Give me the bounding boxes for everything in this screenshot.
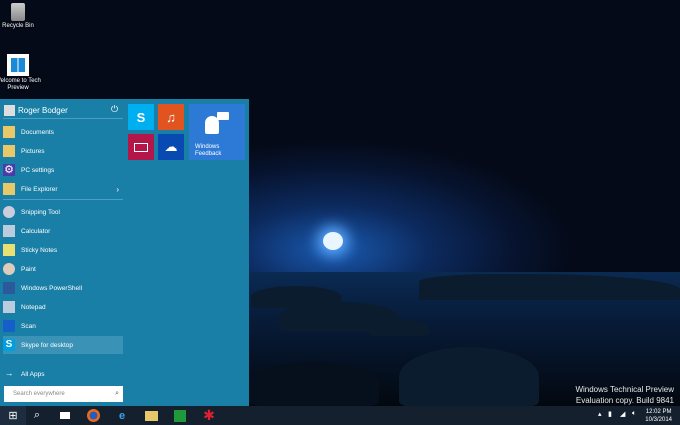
taskbar-internet-explorer[interactable]: e [109, 406, 135, 425]
desktop-icon-recycle-bin[interactable]: Recycle Bin [0, 3, 43, 30]
app-sticky-notes[interactable]: Sticky Notes [3, 241, 123, 259]
paint-icon [3, 263, 15, 275]
internet-explorer-icon: e [118, 409, 126, 422]
place-pictures[interactable]: Pictures [3, 142, 123, 160]
search-icon: ⌕ [115, 390, 119, 397]
folder-icon [3, 183, 15, 195]
app-calculator[interactable]: Calculator [3, 222, 123, 240]
taskbar-file-explorer[interactable] [138, 406, 164, 425]
taskbar-firefox[interactable] [80, 406, 106, 425]
divider [3, 118, 123, 119]
all-apps-button[interactable]: → All Apps [3, 365, 123, 383]
start-menu: Roger Bodger ⏻ Documents Pictures ⚙ PC se… [0, 99, 249, 406]
tile-music[interactable]: ♫ [158, 104, 184, 130]
show-hidden-icons[interactable]: ▴ [598, 410, 602, 418]
watermark-line2: Evaluation copy. Build 9841 [575, 396, 674, 405]
place-documents[interactable]: Documents [3, 123, 123, 141]
arrow-right-icon: → [4, 368, 14, 378]
skype-icon: S [3, 339, 15, 351]
taskbar-app[interactable]: ✱ [196, 406, 222, 425]
moon [323, 232, 343, 250]
tile-skype[interactable]: S [128, 104, 154, 130]
store-icon [174, 409, 186, 422]
taskbar-store[interactable] [167, 406, 193, 425]
gear-icon: ⚙ [3, 164, 15, 176]
power-icon[interactable]: ⏻ [111, 104, 118, 115]
clock[interactable]: 12:02 PM 10/3/2014 [645, 408, 672, 424]
video-icon [134, 142, 148, 152]
watermark-line1: Windows Technical Preview [575, 385, 674, 394]
sticky-notes-icon [3, 244, 15, 256]
tile-onedrive[interactable]: ☁ [158, 134, 184, 160]
firefox-icon [86, 409, 100, 422]
search-icon: ⌕ [33, 409, 41, 421]
speech-bubble-icon [217, 112, 229, 120]
task-view-icon [60, 412, 70, 419]
calculator-icon [3, 225, 15, 237]
recycle-bin-icon [11, 3, 25, 21]
volume-icon[interactable]: 🔈︎ [632, 410, 636, 418]
divider [3, 199, 123, 200]
app-paint[interactable]: Paint [3, 260, 123, 278]
network-icon[interactable]: ◢ [620, 410, 625, 418]
place-file-explorer[interactable]: File Explorer › [3, 180, 123, 198]
snipping-tool-icon [3, 206, 15, 218]
tile-windows-feedback[interactable]: Windows Feedback [189, 104, 245, 160]
folder-icon [3, 145, 15, 157]
user-avatar-icon [4, 104, 15, 116]
taskbar: ⊞ ⌕ e ✱ ▴ ▮ ◢ 🔈︎ 12:02 PM 10/3/2014 [0, 406, 680, 425]
tile-video[interactable] [128, 134, 154, 160]
app-skype-for-desktop[interactable]: S Skype for desktop [3, 336, 123, 354]
app-powershell[interactable]: Windows PowerShell [3, 279, 123, 297]
search-button[interactable]: ⌕ [24, 406, 50, 425]
windows-logo-icon: ⊞ [8, 410, 18, 422]
windows-logo-icon [7, 54, 29, 76]
scan-icon [3, 320, 15, 332]
union-jack-app-icon: ✱ [203, 407, 215, 423]
notepad-icon [3, 301, 15, 313]
user-account[interactable]: Roger Bodger [4, 103, 122, 117]
app-snipping-tool[interactable]: Snipping Tool [3, 203, 123, 221]
powershell-icon [3, 282, 15, 294]
cloud-icon: ☁ [164, 139, 178, 154]
app-scan[interactable]: Scan [3, 317, 123, 335]
headphones-icon: ♫ [166, 109, 176, 125]
search-input[interactable]: Search everywhere ⌕ [4, 386, 123, 402]
place-pc-settings[interactable]: ⚙ PC settings [3, 161, 123, 179]
folder-icon [144, 410, 158, 421]
task-view-button[interactable] [52, 406, 78, 425]
start-button[interactable]: ⊞ [0, 406, 26, 425]
chevron-right-icon[interactable]: › [116, 185, 119, 194]
desktop-icon-welcome[interactable]: Welcome to Tech Preview [0, 54, 43, 92]
skype-icon: S [136, 109, 146, 125]
folder-icon [3, 126, 15, 138]
action-center-icon[interactable]: ▮ [608, 410, 612, 418]
app-notepad[interactable]: Notepad [3, 298, 123, 316]
